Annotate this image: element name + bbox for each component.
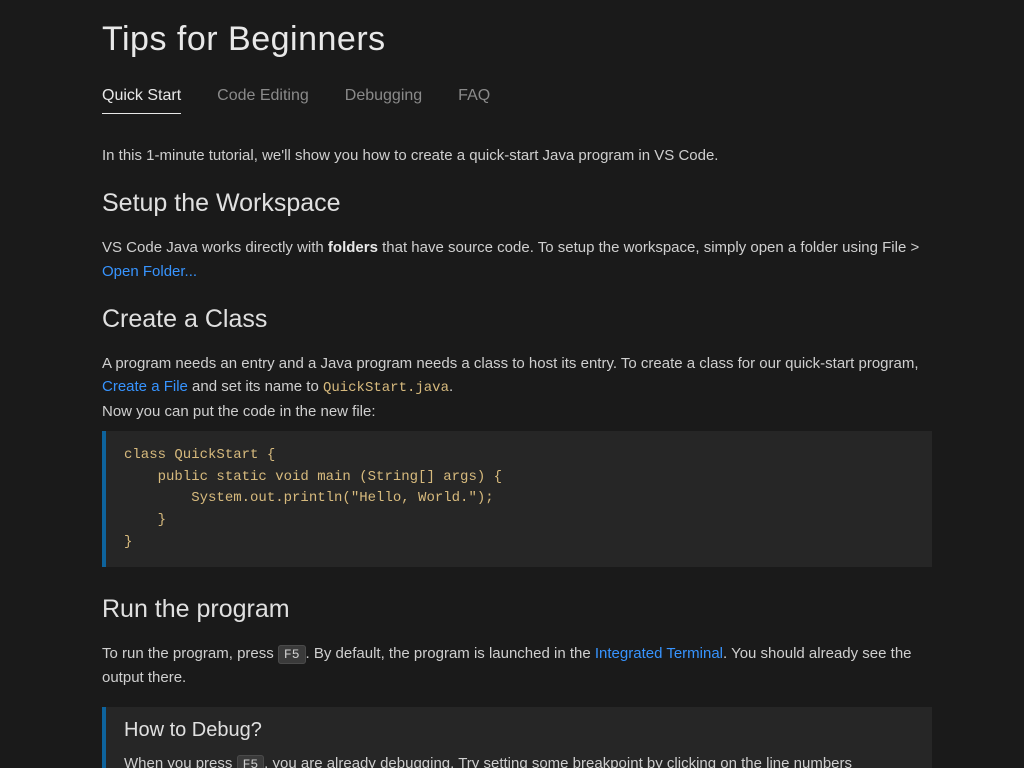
key-f5: F5 xyxy=(237,755,265,768)
integrated-terminal-link[interactable]: Integrated Terminal xyxy=(595,645,723,662)
heading-create-class: Create a Class xyxy=(102,305,932,334)
intro-text: In this 1-minute tutorial, we'll show yo… xyxy=(102,144,932,167)
tab-code-editing[interactable]: Code Editing xyxy=(217,87,309,114)
text: VS Code Java works directly with xyxy=(102,239,328,256)
text: . xyxy=(449,378,453,395)
page-title: Tips for Beginners xyxy=(102,20,932,59)
filename-code: QuickStart.java xyxy=(323,380,449,396)
text: A program needs an entry and a Java prog… xyxy=(102,355,919,372)
code-sample: class QuickStart { public static void ma… xyxy=(102,431,932,567)
debug-aside: How to Debug? When you press F5, you are… xyxy=(102,707,932,768)
run-paragraph: To run the program, press F5. By default… xyxy=(102,642,932,689)
text: When you press xyxy=(124,755,237,768)
create-paragraph: A program needs an entry and a Java prog… xyxy=(102,352,932,423)
tab-debugging[interactable]: Debugging xyxy=(345,87,422,114)
tab-faq[interactable]: FAQ xyxy=(458,87,490,114)
text: that have source code. To setup the work… xyxy=(378,239,919,256)
create-file-link[interactable]: Create a File xyxy=(102,378,188,395)
text: Now you can put the code in the new file… xyxy=(102,403,376,420)
bold-folders: folders xyxy=(328,239,378,256)
open-folder-link[interactable]: Open Folder... xyxy=(102,263,197,280)
aside-heading: How to Debug? xyxy=(124,719,914,742)
text: . By default, the program is launched in… xyxy=(306,645,595,662)
text: To run the program, press xyxy=(102,645,278,662)
heading-setup: Setup the Workspace xyxy=(102,189,932,218)
code-text: class QuickStart { public static void ma… xyxy=(124,447,502,550)
tabbar: Quick Start Code Editing Debugging FAQ xyxy=(102,87,932,114)
aside-text: When you press F5, you are already debug… xyxy=(124,752,914,768)
heading-run: Run the program xyxy=(102,595,932,624)
tab-quick-start[interactable]: Quick Start xyxy=(102,87,181,114)
setup-paragraph: VS Code Java works directly with folders… xyxy=(102,236,932,283)
text: , you are already debugging. Try setting… xyxy=(264,755,852,768)
key-f5: F5 xyxy=(278,645,306,664)
text: and set its name to xyxy=(188,378,323,395)
